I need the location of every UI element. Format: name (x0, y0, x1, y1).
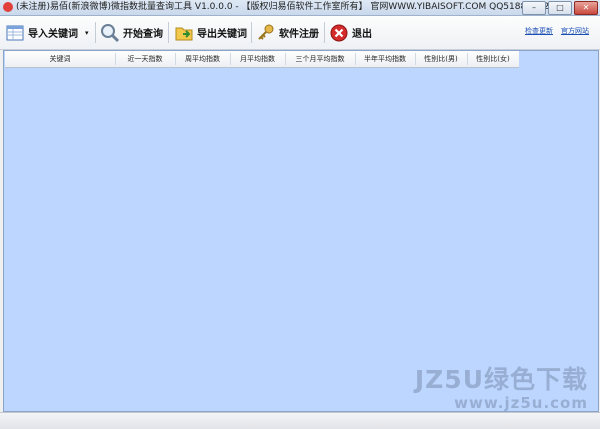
toolbar-separator (251, 22, 252, 43)
window-controls: – □ ✕ (522, 1, 598, 15)
exit-button[interactable]: 退出 (329, 19, 372, 46)
official-site-link[interactable]: 官方网站 (561, 26, 589, 36)
register-label: 软件注册 (279, 29, 319, 40)
column-header[interactable]: 周平均指数 (175, 51, 230, 67)
column-header[interactable]: 性别比(男) (415, 51, 467, 67)
import-keywords-label: 导入关键词 (28, 29, 78, 40)
toolbar-separator (168, 22, 169, 43)
key-icon (258, 24, 274, 40)
start-query-label: 开始查询 (123, 29, 163, 40)
toolbar-separator (95, 22, 96, 43)
exit-label: 退出 (352, 29, 372, 40)
grid-header: 关键词 近一天指数 周平均指数 月平均指数 三个月平均指数 半年平均指数 性别比… (5, 51, 519, 68)
watermark-title: JZ5U绿色下载 (414, 365, 588, 394)
close-button[interactable]: ✕ (574, 1, 598, 15)
app-icon (3, 2, 13, 12)
export-keywords-button[interactable]: 导出关键词 (174, 19, 247, 46)
toolbar: 导入关键词 ▾ 开始查询 导出关键词 软件注册 退出 检查更新 官方网站 (0, 16, 600, 50)
column-header[interactable]: 关键词 (5, 51, 115, 67)
column-header[interactable]: 月平均指数 (230, 51, 285, 67)
status-bar (0, 412, 600, 429)
results-grid[interactable]: 关键词 近一天指数 周平均指数 月平均指数 三个月平均指数 半年平均指数 性别比… (3, 50, 599, 412)
minimize-button[interactable]: – (522, 1, 546, 15)
column-header[interactable]: 半年平均指数 (355, 51, 415, 67)
toolbar-separator (324, 22, 325, 43)
export-keywords-label: 导出关键词 (197, 29, 247, 40)
window-title: (未注册)易佰(新浪微博)微指数批量查询工具 V1.0.0.0 - 【版权归易佰… (16, 2, 550, 12)
exit-icon (330, 24, 348, 41)
register-button[interactable]: 软件注册 (256, 19, 319, 46)
import-keywords-button[interactable]: 导入关键词 ▾ (5, 19, 89, 46)
start-query-button[interactable]: 开始查询 (100, 19, 163, 46)
watermark-url: www.jz5u.com (454, 394, 588, 412)
magnifier-icon (101, 23, 120, 42)
column-header[interactable]: 三个月平均指数 (285, 51, 355, 67)
export-folder-icon (175, 27, 193, 40)
import-table-icon (6, 25, 24, 40)
column-header[interactable]: 近一天指数 (115, 51, 175, 67)
maximize-button[interactable]: □ (548, 1, 572, 15)
watermark: JZ5U绿色下载 www.jz5u.com (415, 360, 588, 412)
column-header[interactable]: 性别比(女) (467, 51, 519, 67)
title-bar[interactable]: (未注册)易佰(新浪微博)微指数批量查询工具 V1.0.0.0 - 【版权归易佰… (0, 0, 600, 16)
dropdown-arrow-icon[interactable]: ▾ (85, 29, 89, 37)
check-update-link[interactable]: 检查更新 (525, 26, 553, 36)
